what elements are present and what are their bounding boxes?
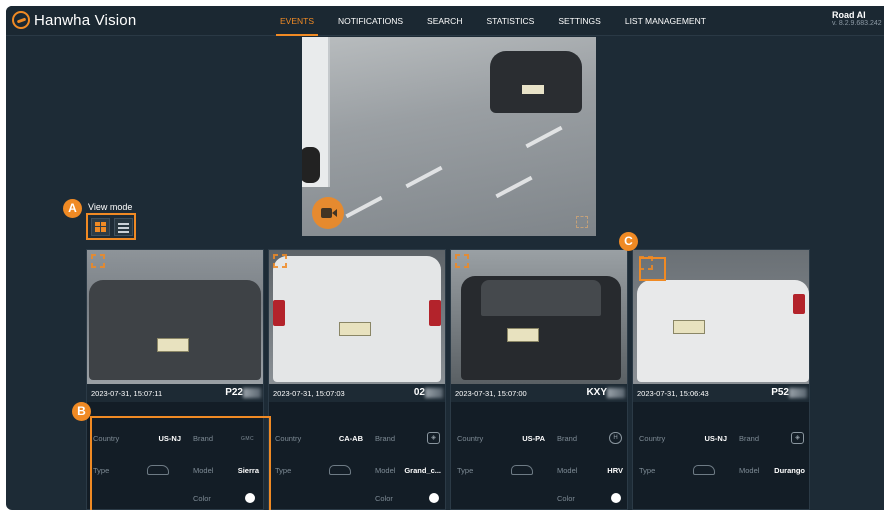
list-icon bbox=[118, 222, 129, 235]
license-plate bbox=[339, 322, 371, 336]
nav-settings[interactable]: SETTINGS bbox=[546, 6, 613, 36]
event-timestamp: 2023-07-31, 15:07:11 bbox=[91, 389, 163, 398]
vehicle-body bbox=[637, 280, 809, 382]
detected-car bbox=[490, 51, 582, 113]
type-label: Type bbox=[275, 466, 292, 475]
plate-number: P22 bbox=[225, 387, 243, 398]
event-timestamp: 2023-07-31, 15:07:00 bbox=[455, 389, 527, 398]
model-value: Durango bbox=[774, 466, 805, 475]
nav-search[interactable]: SEARCH bbox=[415, 6, 474, 36]
video-camera-icon[interactable] bbox=[312, 197, 344, 229]
country-label: Country bbox=[457, 434, 484, 443]
taillight bbox=[429, 300, 441, 326]
brand-label: Brand bbox=[557, 434, 578, 443]
model-label: Model bbox=[375, 466, 396, 475]
truck-wheel bbox=[302, 147, 320, 183]
event-timestamp: 2023-07-31, 15:07:03 bbox=[273, 389, 345, 398]
nav-list-management[interactable]: LIST MANAGEMENT bbox=[613, 6, 718, 36]
card-meta: 2023-07-31, 15:07:00 KXY bbox=[451, 384, 627, 402]
country-value: US-NJ bbox=[704, 434, 727, 443]
expand-icon[interactable] bbox=[91, 254, 105, 268]
grid-view-button[interactable] bbox=[91, 217, 110, 236]
app-name: Road AI bbox=[832, 10, 866, 20]
taillight bbox=[273, 300, 285, 326]
country-label: Country bbox=[639, 434, 666, 443]
suv-icon bbox=[693, 465, 715, 475]
app-window: Hanwha Vision EVENTS NOTIFICATIONS SEARC… bbox=[6, 6, 884, 510]
attributes-highlight bbox=[90, 416, 271, 510]
main-nav: EVENTS NOTIFICATIONS SEARCH STATISTICS S… bbox=[268, 6, 718, 36]
brand-label: Brand bbox=[739, 434, 760, 443]
vehicle-photo[interactable] bbox=[87, 250, 263, 384]
vehicle-photo[interactable] bbox=[269, 250, 445, 384]
plate-blur bbox=[425, 388, 443, 398]
brand-label: Brand bbox=[375, 434, 396, 443]
expand-icon[interactable] bbox=[576, 216, 588, 228]
truck bbox=[302, 37, 330, 187]
license-plate bbox=[522, 85, 544, 94]
vehicle-body bbox=[89, 280, 261, 380]
event-card[interactable]: 2023-07-31, 15:07:03 02 Country CA-AB Br… bbox=[268, 249, 446, 510]
grid-icon bbox=[95, 221, 106, 232]
expand-icon[interactable] bbox=[273, 254, 287, 268]
main-camera-view[interactable] bbox=[302, 37, 596, 236]
top-bar: Hanwha Vision EVENTS NOTIFICATIONS SEARC… bbox=[6, 6, 884, 36]
hanwha-logo-icon bbox=[12, 11, 30, 29]
color-label: Color bbox=[557, 494, 575, 503]
country-label: Country bbox=[275, 434, 302, 443]
dodge-logo-icon: ◈ bbox=[791, 432, 804, 444]
model-label: Model bbox=[557, 466, 578, 475]
taillight bbox=[793, 294, 805, 314]
type-label: Type bbox=[457, 466, 474, 475]
expand-icon[interactable] bbox=[455, 254, 469, 268]
event-timestamp: 2023-07-31, 15:06:43 bbox=[637, 389, 709, 398]
plate-number: P52 bbox=[771, 387, 789, 398]
country-value: US-PA bbox=[522, 434, 545, 443]
plate-number: 02 bbox=[413, 387, 425, 398]
model-value: HRV bbox=[607, 466, 623, 475]
view-mode-label: View mode bbox=[88, 202, 133, 212]
event-card[interactable]: 2023-07-31, 15:06:43 P52 Country US-NJ B… bbox=[632, 249, 810, 510]
plate-blur bbox=[607, 388, 625, 398]
rear-window bbox=[481, 280, 601, 316]
app-version: v. 8.2.9.683.242 bbox=[832, 20, 882, 27]
suv-icon bbox=[511, 465, 533, 475]
card-meta: 2023-07-31, 15:07:03 02 bbox=[269, 384, 445, 402]
list-view-button[interactable] bbox=[114, 217, 133, 236]
license-plate bbox=[507, 328, 539, 342]
color-swatch bbox=[429, 493, 439, 503]
license-plate bbox=[673, 320, 705, 334]
model-value: Grand_c... bbox=[404, 466, 441, 475]
type-label: Type bbox=[639, 466, 656, 475]
plate-number: KXY bbox=[586, 387, 607, 398]
logo[interactable]: Hanwha Vision bbox=[12, 11, 136, 29]
vehicle-body bbox=[273, 256, 441, 382]
minivan-icon bbox=[329, 465, 351, 475]
model-label: Model bbox=[739, 466, 760, 475]
view-mode-toggle bbox=[86, 213, 136, 240]
honda-logo-icon: H bbox=[609, 432, 622, 444]
event-card[interactable]: 2023-07-31, 15:07:00 KXY Country US-PA B… bbox=[450, 249, 628, 510]
card-meta: 2023-07-31, 15:07:11 P22 bbox=[87, 384, 263, 402]
nav-notifications[interactable]: NOTIFICATIONS bbox=[326, 6, 415, 36]
card-meta: 2023-07-31, 15:06:43 P52 bbox=[633, 384, 809, 402]
logo-text: Hanwha Vision bbox=[34, 11, 137, 29]
nav-statistics[interactable]: STATISTICS bbox=[474, 6, 546, 36]
callout-b: B bbox=[72, 402, 91, 421]
expand-highlight bbox=[639, 257, 666, 281]
callout-c: C bbox=[619, 232, 638, 251]
color-swatch bbox=[611, 493, 621, 503]
app-info: Road AI v. 8.2.9.683.242 bbox=[832, 10, 882, 27]
plate-blur bbox=[789, 388, 807, 398]
dodge-logo-icon: ◈ bbox=[427, 432, 440, 444]
callout-a: A bbox=[63, 199, 82, 218]
license-plate bbox=[157, 338, 189, 352]
vehicle-photo[interactable] bbox=[451, 250, 627, 384]
color-label: Color bbox=[375, 494, 393, 503]
nav-events[interactable]: EVENTS bbox=[268, 6, 326, 36]
country-value: CA-AB bbox=[338, 434, 363, 443]
plate-blur bbox=[243, 388, 261, 398]
